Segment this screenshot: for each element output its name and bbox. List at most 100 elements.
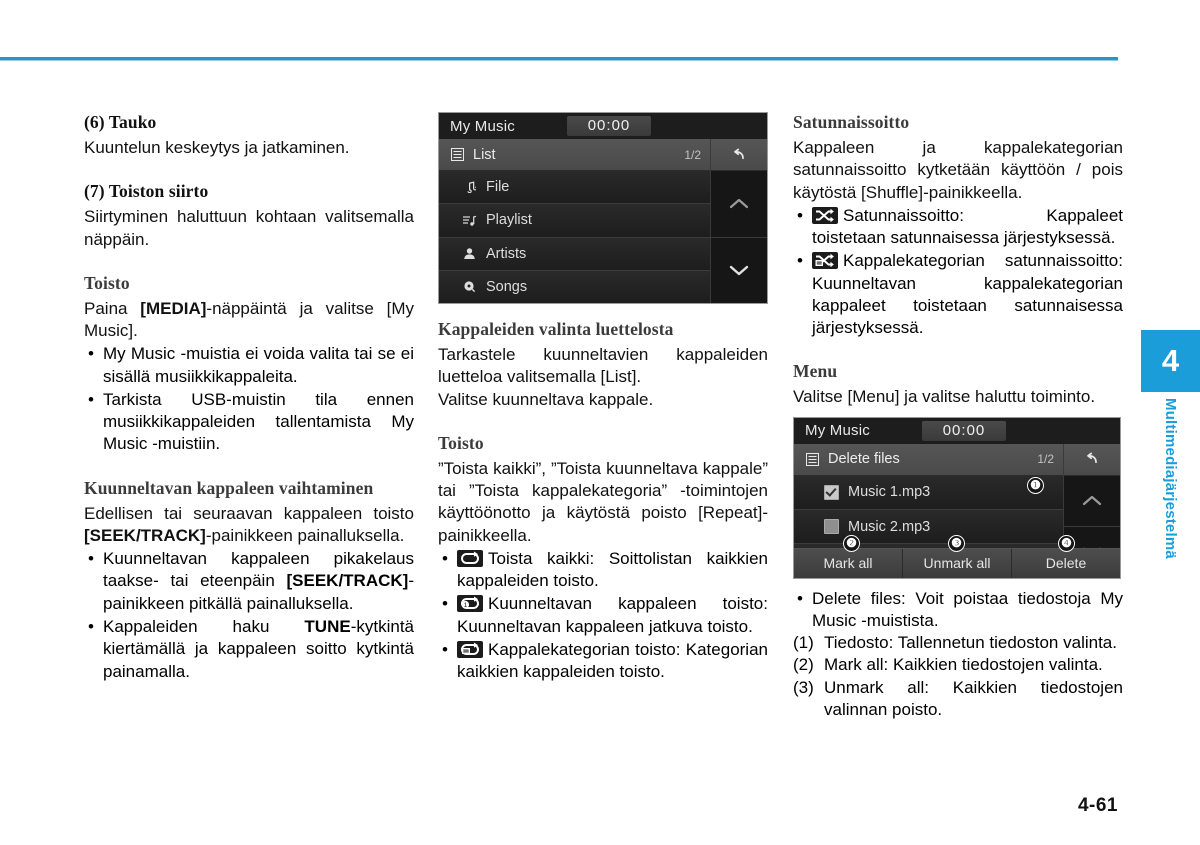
list-header-bar[interactable]: List 1/2 — [439, 139, 710, 171]
text-valinta-2: Valitse kuunneltava kappale. — [438, 389, 654, 409]
list-row-label: Playlist — [486, 212, 532, 229]
playlist-icon — [461, 212, 477, 228]
mark-all-button[interactable]: Mark all — [794, 548, 903, 578]
text-vaihtaminen-bold: [SEEK/TRACK] — [84, 525, 206, 545]
bullet-dot-icon: • — [88, 549, 94, 569]
back-arrow-icon — [731, 147, 747, 163]
list-item: (1) Tiedosto: Tallennetun tiedoston valin… — [793, 632, 1123, 654]
table-row[interactable]: Music 2.mp3 — [794, 509, 1063, 545]
bullet-dot-icon: • — [88, 389, 94, 409]
table-row[interactable]: Music 1.mp3 — [794, 475, 1063, 510]
bullet-dot-icon: • — [88, 616, 94, 636]
list-item-text: Kappalekategorian toisto: Kategorian kai… — [457, 639, 768, 682]
shuffle-folder-icon — [812, 252, 838, 270]
callout-4: ❹ — [1058, 534, 1075, 552]
checkbox-icon[interactable] — [824, 519, 839, 535]
file-name-label: Music 1.mp3 — [848, 484, 931, 501]
text-vaihtaminen: Edellisen tai seuraavan kappaleen toisto… — [84, 503, 414, 548]
scroll-down-button[interactable] — [711, 238, 767, 304]
clock-display: 00:00 — [922, 420, 1006, 441]
text-satunnaissoitto: Kappaleen ja kappalekategorian satunnais… — [793, 138, 1123, 202]
screenshot-titlebar: My Music 00:00 — [794, 417, 1120, 444]
text-toisto-1-bold: [MEDIA] — [140, 298, 207, 318]
repeat-folder-icon — [457, 640, 483, 658]
list-row-file[interactable]: File — [439, 171, 710, 205]
list-item-number: (2) — [793, 655, 814, 675]
list-menu-icon — [449, 147, 465, 163]
text-vaihtaminen-post: -painikkeen painalluksella. — [205, 525, 405, 545]
music-note-icon — [461, 179, 477, 195]
column-1: (6) Tauko Kuuntelun keskeytys ja jatkami… — [84, 112, 414, 683]
list-row-label: File — [486, 179, 510, 196]
bullet-list-delete-info: • Delete files: Voit poistaa tiedostoja M… — [793, 588, 1123, 633]
page-indicator: 1/2 — [1037, 452, 1054, 467]
unmark-all-button[interactable]: Unmark all — [903, 548, 1012, 578]
checkbox-checked-icon[interactable] — [824, 484, 839, 500]
list-item: • My Music -muistia ei voida valita tai s… — [84, 343, 414, 388]
text-toisto-1: Paina [MEDIA]-näppäintä ja valitse [My M… — [84, 298, 414, 343]
list-item: • Kappalekategorian satunnaissoitto: Kuun… — [793, 250, 1123, 339]
scroll-up-button[interactable] — [711, 171, 767, 238]
chapter-number: 4 — [1161, 343, 1180, 378]
bullet-dot-icon: • — [797, 588, 803, 608]
list-row-label: Artists — [486, 245, 527, 262]
chevron-up-icon — [728, 193, 750, 215]
heading-section-6: (6) Tauko — [84, 112, 157, 132]
text-section-7: Siirtyminen haluttuun kohtaan valitsemal… — [84, 207, 414, 249]
list-item: • Kappaleiden haku TUNE-kytkintä kiertämä… — [84, 616, 414, 683]
list-item-number: (1) — [793, 633, 814, 653]
list-header-label: List — [473, 146, 496, 163]
list-item-text-bold: [SEEK/TRACK] — [286, 571, 409, 591]
list-item-text: Tiedosto: Tallennetun tiedoston valinta. — [824, 633, 1117, 653]
scroll-up-button[interactable] — [1064, 476, 1120, 528]
list-item: • Tarkista USB-muistin tila ennen musiikk… — [84, 389, 414, 456]
bullet-dot-icon: • — [442, 594, 448, 614]
page-indicator: 1/2 — [684, 147, 701, 162]
delete-header-label: Delete files — [828, 451, 900, 468]
bullet-dot-icon: • — [442, 548, 448, 568]
delete-button[interactable]: Delete — [1012, 548, 1120, 578]
list-item-text-pre: Kappaleiden haku — [103, 616, 305, 636]
list-item-number: (3) — [793, 677, 814, 697]
screenshot-my-music-list[interactable]: My Music 00:00 List 1/2 File Playlist Ar… — [438, 112, 768, 304]
shuffle-icon — [812, 206, 838, 224]
list-row-artists[interactable]: Artists — [439, 237, 710, 271]
heading-section-7: (7) Toiston siirto — [84, 181, 209, 202]
list-item-text: Kuunneltavan kappaleen toisto: Kuunnelta… — [457, 594, 768, 636]
screenshot-title: My Music — [805, 422, 870, 440]
list-item-text: My Music -muistia ei voida valita tai se… — [103, 344, 414, 386]
delete-header-bar[interactable]: Delete files 1/2 — [794, 443, 1063, 476]
list-item: • Delete files: Voit poistaa tiedostoja M… — [793, 588, 1123, 633]
back-button[interactable] — [1064, 443, 1120, 476]
list-item-text: Delete files: Voit poistaa tiedostoja My… — [812, 588, 1123, 630]
screenshot-delete-files[interactable]: My Music 00:00 Delete files 1/2 Music 1.… — [793, 416, 1121, 579]
back-button[interactable] — [711, 139, 767, 171]
list-row-label: Songs — [486, 278, 528, 295]
screenshot-title: My Music — [450, 117, 515, 135]
bullet-list-vaihtaminen: • Kuunneltavan kappaleen pikakelaus taaks… — [84, 548, 414, 683]
heading-valinta: Kappaleiden valinta luettelosta — [438, 319, 674, 339]
repeat-all-icon — [457, 549, 483, 567]
list-item-text: Toista kaikki: Soittolistan kaikkien kap… — [457, 548, 768, 591]
list-row-playlist[interactable]: Playlist — [439, 204, 710, 238]
callout-3: ❸ — [948, 534, 965, 552]
file-name-label: Music 2.mp3 — [848, 518, 931, 535]
chapter-label: Multimediajärjestelmä — [1141, 398, 1200, 628]
list-item: • 1 Kuunneltavan kappaleen toisto: Kuunnel… — [438, 593, 768, 638]
screenshot-body: List 1/2 File Playlist Artists Songs — [439, 139, 767, 303]
list-row-songs[interactable]: Songs — [439, 270, 710, 303]
list-item-text-bold: TUNE — [304, 616, 351, 636]
chapter-label-text: Multimediajärjestelmä — [1162, 398, 1179, 559]
callout-2: ❷ — [843, 534, 860, 552]
back-arrow-icon — [1084, 451, 1100, 467]
chevron-down-icon — [728, 259, 750, 281]
list-item-text: Unmark all: Kaikkien tiedostojen valinna… — [824, 677, 1123, 719]
screenshot-list-pane: List 1/2 File Playlist Artists Songs — [439, 139, 710, 303]
list-item-text: Mark all: Kaikkien tiedostojen valinta. — [824, 655, 1103, 675]
list-item: • Satunnaissoitto: Kappaleet toistetaan s… — [793, 205, 1123, 250]
repeat-one-icon: 1 — [457, 595, 483, 613]
heading-toisto-2: Toisto — [438, 432, 484, 453]
screenshot-side-controls — [710, 139, 767, 303]
bullet-dot-icon: • — [88, 344, 94, 364]
list-menu-icon — [804, 451, 820, 467]
